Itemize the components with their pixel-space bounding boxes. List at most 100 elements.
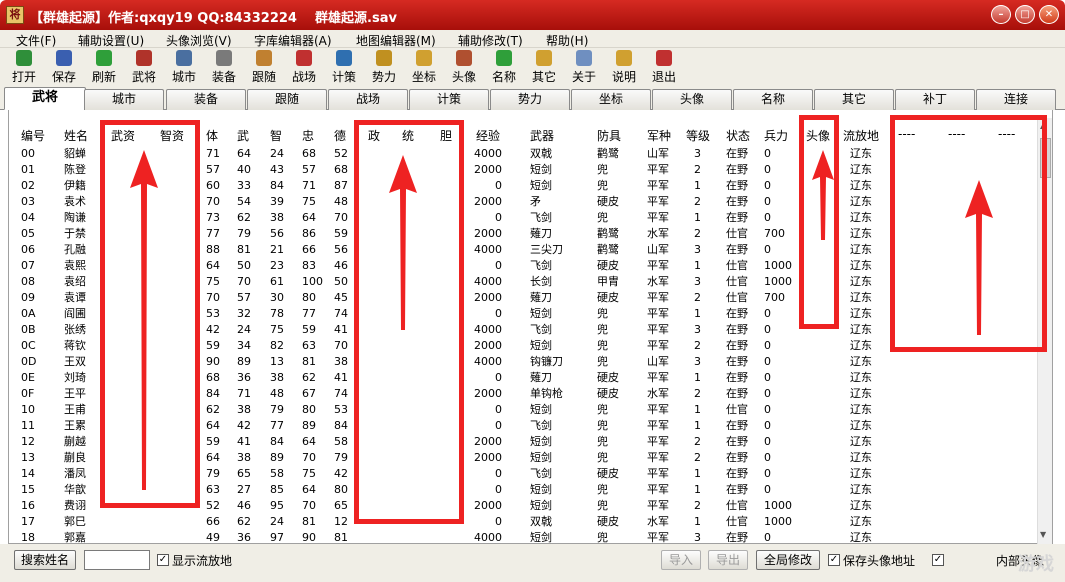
title-bar[interactable]: 将 【群雄起源】作者:qxqy19 QQ:84332224 群雄起源.sav –…	[0, 0, 1065, 30]
table-cell: 张绣	[64, 323, 86, 336]
import-button[interactable]: 导入	[661, 550, 701, 570]
toolbar-button-3[interactable]: 刷新	[84, 50, 124, 85]
table-cell: 陶谦	[64, 211, 86, 224]
table-cell: 87	[334, 179, 348, 192]
table-cell: 42	[206, 323, 220, 336]
save-avatar-checkbox[interactable]: ✓	[828, 554, 840, 566]
table-cell: 在野	[726, 483, 748, 496]
toolbar-button-10[interactable]: 势力	[364, 50, 404, 85]
column-header[interactable]: 武	[237, 127, 249, 144]
column-header[interactable]: 等级	[686, 127, 710, 144]
toolbar-button-1[interactable]: 打开	[4, 50, 44, 85]
global-modify-button[interactable]: 全局修改	[756, 550, 820, 570]
tab-7[interactable]: 势力	[490, 89, 570, 110]
table-cell: 70	[206, 195, 220, 208]
table-cell: 68	[206, 371, 220, 384]
table-cell: 薙刀	[530, 227, 552, 240]
table-cell: 鹳鹭	[597, 147, 619, 160]
menu-help[interactable]: 帮助(H)	[546, 32, 588, 49]
export-button[interactable]: 导出	[708, 550, 748, 570]
toolbar-button-16[interactable]: 说明	[604, 50, 644, 85]
menu-assist-settings[interactable]: 辅助设置(U)	[78, 32, 144, 49]
column-header[interactable]: 防具	[597, 127, 621, 144]
column-header[interactable]: 体	[206, 127, 218, 144]
search-input[interactable]	[84, 550, 150, 570]
tab-13[interactable]: 连接	[976, 89, 1056, 110]
toolbar-button-4[interactable]: 武将	[124, 50, 164, 85]
table-cell: 辽东	[850, 499, 872, 512]
toolbar-button-8[interactable]: 战场	[284, 50, 324, 85]
column-header[interactable]: 德	[334, 127, 346, 144]
tab-12[interactable]: 补丁	[895, 89, 975, 110]
column-header[interactable]: 编号	[21, 127, 45, 144]
menu-font-editor[interactable]: 字库编辑器(A)	[254, 32, 332, 49]
table-cell: 74	[334, 387, 348, 400]
column-header[interactable]: 智	[270, 127, 282, 144]
table-cell: 63	[206, 483, 220, 496]
table-cell: 79	[334, 451, 348, 464]
tab-3[interactable]: 装备	[166, 89, 246, 110]
toolbar-button-7[interactable]: 跟随	[244, 50, 284, 85]
toolbar-button-2[interactable]: 保存	[44, 50, 84, 85]
minimize-button[interactable]: –	[991, 5, 1011, 24]
column-header[interactable]: 兵力	[764, 127, 788, 144]
tab-8[interactable]: 坐标	[571, 89, 651, 110]
toolbar-label: 说明	[611, 70, 636, 84]
toolbar-button-12[interactable]: 头像	[444, 50, 484, 85]
table-cell: 兜	[597, 483, 608, 496]
toolbar-button-17[interactable]: 退出	[644, 50, 684, 85]
menu-file[interactable]: 文件(F)	[16, 32, 56, 49]
tab-4[interactable]: 跟随	[247, 89, 327, 110]
menu-portrait-browse[interactable]: 头像浏览(V)	[166, 32, 232, 49]
column-header[interactable]: 状态	[726, 127, 750, 144]
table-cell: 仕官	[726, 291, 748, 304]
toolbar-button-15[interactable]: 关于	[564, 50, 604, 85]
column-header[interactable]: 流放地	[843, 127, 879, 144]
tab-6[interactable]: 计策	[409, 89, 489, 110]
table-cell: 0	[495, 419, 502, 432]
table-cell: 79	[237, 227, 251, 240]
search-name-button[interactable]: 搜索姓名	[14, 550, 76, 570]
table-cell: 辽东	[850, 355, 872, 368]
column-header[interactable]: 军种	[647, 127, 671, 144]
tab-2[interactable]: 城市	[84, 89, 164, 110]
tab-10[interactable]: 名称	[733, 89, 813, 110]
table-cell: 平军	[647, 259, 669, 272]
table-cell: 81	[302, 355, 316, 368]
table-cell: 4000	[474, 323, 502, 336]
table-cell: 平军	[647, 419, 669, 432]
toolbar-button-5[interactable]: 城市	[164, 50, 204, 85]
tab-1[interactable]: 武将	[4, 87, 86, 110]
column-header[interactable]: 姓名	[64, 127, 88, 144]
close-button[interactable]: ✕	[1039, 5, 1059, 24]
table-cell: 在野	[726, 387, 748, 400]
table-cell: 38	[270, 211, 284, 224]
scroll-down-icon[interactable]: ▼	[1040, 530, 1046, 539]
menu-map-editor[interactable]: 地图编辑器(M)	[356, 32, 436, 49]
table-cell: 60	[206, 179, 220, 192]
table-cell: 81	[334, 531, 348, 544]
tab-9[interactable]: 头像	[652, 89, 732, 110]
toolbar-button-14[interactable]: 其它	[524, 50, 564, 85]
toolbar-label: 名称	[491, 70, 516, 84]
internal-avatar-checkbox[interactable]: ✓	[932, 554, 944, 566]
table-cell: 84	[270, 435, 284, 448]
toolbar-button-11[interactable]: 坐标	[404, 50, 444, 85]
maximize-button[interactable]: □	[1015, 5, 1035, 24]
table-cell: 63	[302, 339, 316, 352]
column-header[interactable]: 武器	[530, 127, 554, 144]
faction-icon	[376, 50, 392, 66]
toolbar-label: 保存	[51, 70, 76, 84]
toolbar-button-6[interactable]: 装备	[204, 50, 244, 85]
table-cell: 0A	[21, 307, 36, 320]
table-cell: 兜	[597, 163, 608, 176]
table-cell: 18	[21, 531, 35, 544]
toolbar-button-9[interactable]: 计策	[324, 50, 364, 85]
toolbar-button-13[interactable]: 名称	[484, 50, 524, 85]
show-exile-checkbox[interactable]: ✓	[157, 554, 169, 566]
column-header[interactable]: 经验	[476, 127, 500, 144]
column-header[interactable]: 忠	[302, 127, 314, 144]
tab-11[interactable]: 其它	[814, 89, 894, 110]
menu-assist-modify[interactable]: 辅助修改(T)	[458, 32, 523, 49]
tab-5[interactable]: 战场	[328, 89, 408, 110]
